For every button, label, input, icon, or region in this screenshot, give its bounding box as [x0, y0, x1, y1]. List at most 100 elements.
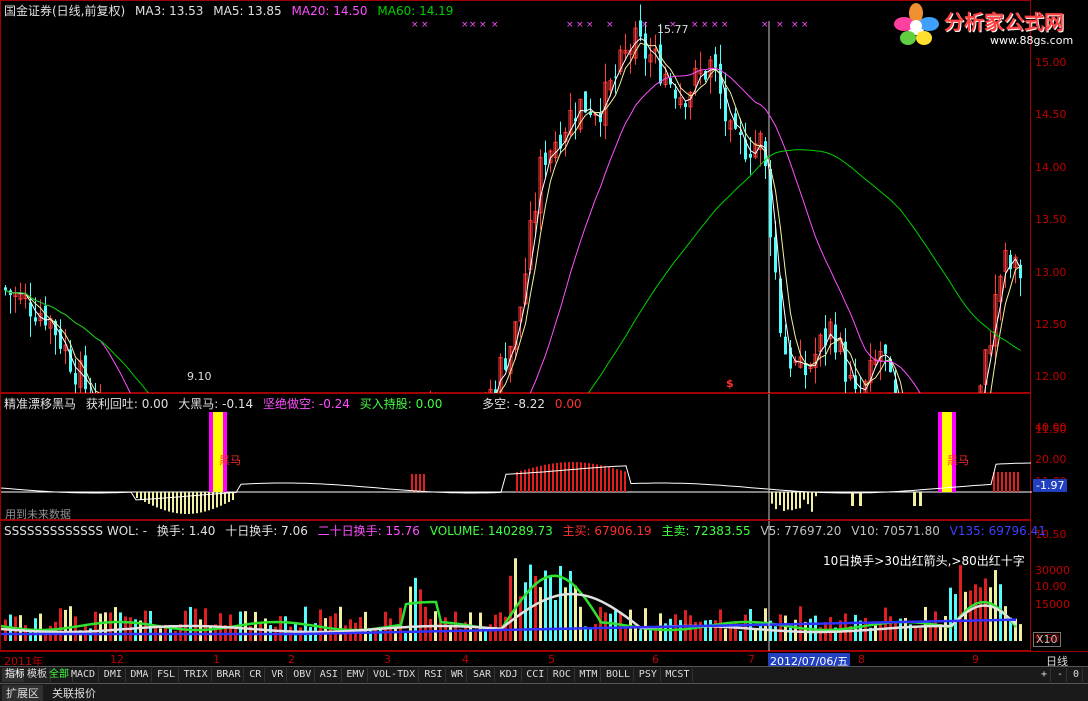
tab-dma[interactable]: DMA: [127, 668, 153, 682]
indicator-pos-bar: [572, 462, 574, 492]
tab-psy[interactable]: PSY: [636, 668, 661, 682]
vol-volume: VOLUME: 140289.73: [429, 524, 553, 538]
tab-wr[interactable]: WR: [448, 668, 468, 682]
price-axis-label: 15.00: [1035, 56, 1067, 69]
vol-v10: V10: 70571.80: [851, 524, 940, 538]
indicator-pos-bar: [540, 465, 542, 492]
top-signal-marker: ×: [586, 20, 594, 30]
volume-bar: [954, 594, 957, 641]
tab-boll[interactable]: BOLL: [603, 668, 635, 682]
ma60-value: MA60: 14.19: [377, 4, 454, 18]
volume-header: SSSSSSSSSSSSS WOL: - 换手: 1.40 十日换手: 7.06…: [4, 523, 1052, 539]
volume-bar: [879, 622, 882, 641]
tab-mcst[interactable]: MCST: [662, 668, 694, 682]
vol-v5: V5: 77697.20: [760, 524, 842, 538]
indicator-pos-bar: [608, 467, 610, 492]
indicator-neg-bar: [136, 492, 138, 498]
indicator-neg-bar: [771, 492, 773, 504]
volume-bar: [754, 629, 757, 641]
indicator-chart[interactable]: [1, 394, 1032, 521]
zoom-button[interactable]: -: [1054, 668, 1068, 682]
top-signal-marker: ×: [566, 20, 574, 30]
linked-quote-tab[interactable]: 关联报价: [48, 685, 100, 701]
indicator-pos-bar: [1009, 472, 1011, 492]
indicator-panel[interactable]: 精准漂移黑马 获利回吐: 0.00 大黑马: -0.14 坚绝做空: -0.24…: [0, 393, 1032, 521]
zoom-button[interactable]: 0: [1070, 668, 1084, 682]
vol-ershs: 二十日换手: 15.76: [317, 524, 420, 538]
volume-bar: [424, 606, 427, 641]
candle-body: [784, 336, 787, 355]
tab-roc[interactable]: ROC: [550, 668, 575, 682]
top-signal-marker: ×: [411, 20, 419, 30]
indicator-axis: 40.00 20.00 -1.97: [1031, 393, 1088, 520]
indicator-neg-bar: [913, 492, 916, 506]
volume-bar: [724, 628, 727, 641]
tab-trix[interactable]: TRIX: [181, 668, 212, 682]
price-axis-label: 12.50: [1035, 318, 1067, 331]
volume-bar: [369, 629, 372, 641]
tab-obv[interactable]: OBV: [290, 668, 316, 682]
indicator-neg-bar: [919, 492, 922, 506]
tab-vr[interactable]: VR: [268, 668, 288, 682]
volume-note: 10日换手>30出红箭头,>80出红十字: [823, 554, 1025, 568]
tab-brar[interactable]: BRAR: [213, 668, 245, 682]
indicator-pos-bar: [536, 466, 538, 492]
volume-bar: [94, 611, 97, 641]
date-label: 9: [972, 653, 979, 666]
indicator-dk: 多空: -8.22: [482, 397, 546, 411]
indicator-neg-bar: [775, 492, 777, 510]
ma20-value: MA20: 14.50: [291, 4, 368, 18]
tab-mtm[interactable]: MTM: [576, 668, 602, 682]
ind-axis-40: 40.00: [1035, 421, 1067, 434]
volume-bar: [759, 624, 762, 641]
tab-emv[interactable]: EMV: [343, 668, 369, 682]
candle-body: [714, 54, 717, 68]
volume-panel[interactable]: SSSSSSSSSSSSS WOL: - 换手: 1.40 十日换手: 7.06…: [0, 520, 1046, 652]
volume-bar: [324, 618, 327, 641]
indicator-pos-bar: [556, 462, 558, 492]
volume-bar: [389, 618, 392, 641]
volume-bar: [364, 611, 367, 641]
tab-asi[interactable]: ASI: [317, 668, 342, 682]
volume-bar: [594, 624, 597, 641]
zoom-button[interactable]: +: [1038, 668, 1052, 682]
volume-bar: [334, 613, 337, 641]
tab-kdj[interactable]: KDJ: [497, 668, 522, 682]
tab-dmi[interactable]: DMI: [101, 668, 126, 682]
volume-bar: [774, 626, 777, 641]
candle-body: [884, 344, 887, 354]
tab-fsl[interactable]: FSL: [154, 668, 180, 682]
indicator-neg-bar: [851, 492, 854, 506]
indicator-pos-bar: [516, 472, 518, 492]
volume-chart[interactable]: [1, 521, 1032, 652]
tab-cci[interactable]: CCI: [523, 668, 549, 682]
indicator-neg-bar: [148, 492, 150, 504]
candle-body: [739, 132, 742, 135]
tab-macd[interactable]: MACD: [68, 668, 100, 682]
indicator-pos-bar: [560, 462, 562, 492]
top-signal-marker: ×: [491, 20, 499, 30]
price-axis-label: 14.50: [1035, 108, 1067, 122]
tab-cr[interactable]: CR: [246, 668, 266, 682]
price-panel[interactable]: × × × × × × × × × × × × × × × × × × × × 国金证券(日线,前复权) MA3: 1…: [0, 0, 1032, 394]
vol-hs: 换手: 1.40: [156, 524, 216, 538]
tab-vol-tdx[interactable]: VOL-TDX: [370, 668, 420, 682]
heima-label-1: 黑马: [219, 454, 241, 467]
volume-bar: [739, 630, 742, 641]
volume-bar: [444, 617, 447, 641]
ext-area-tab[interactable]: 扩展区: [2, 685, 43, 701]
candlestick-chart[interactable]: × × × × × × × × × × × × × × × × × × × ×: [1, 1, 1032, 394]
volume-bar: [429, 619, 432, 641]
vol-axis-30000: 30000: [1035, 564, 1070, 577]
tab-sar[interactable]: SAR: [470, 668, 496, 682]
volume-bar: [919, 628, 922, 641]
tab-rsi[interactable]: RSI: [421, 668, 447, 682]
volume-bar: [204, 608, 207, 641]
vol-name: SSSSSSSSSSSSS WOL: -: [4, 524, 148, 538]
vol-shs: 十日换手: 7.06: [225, 524, 308, 538]
top-signal-marker: ×: [606, 20, 614, 30]
indicator-pos-bar: [423, 474, 425, 492]
indicator-pos-bar: [548, 464, 550, 492]
volume-bar: [549, 576, 552, 641]
indicator-neg-bar: [795, 492, 797, 509]
